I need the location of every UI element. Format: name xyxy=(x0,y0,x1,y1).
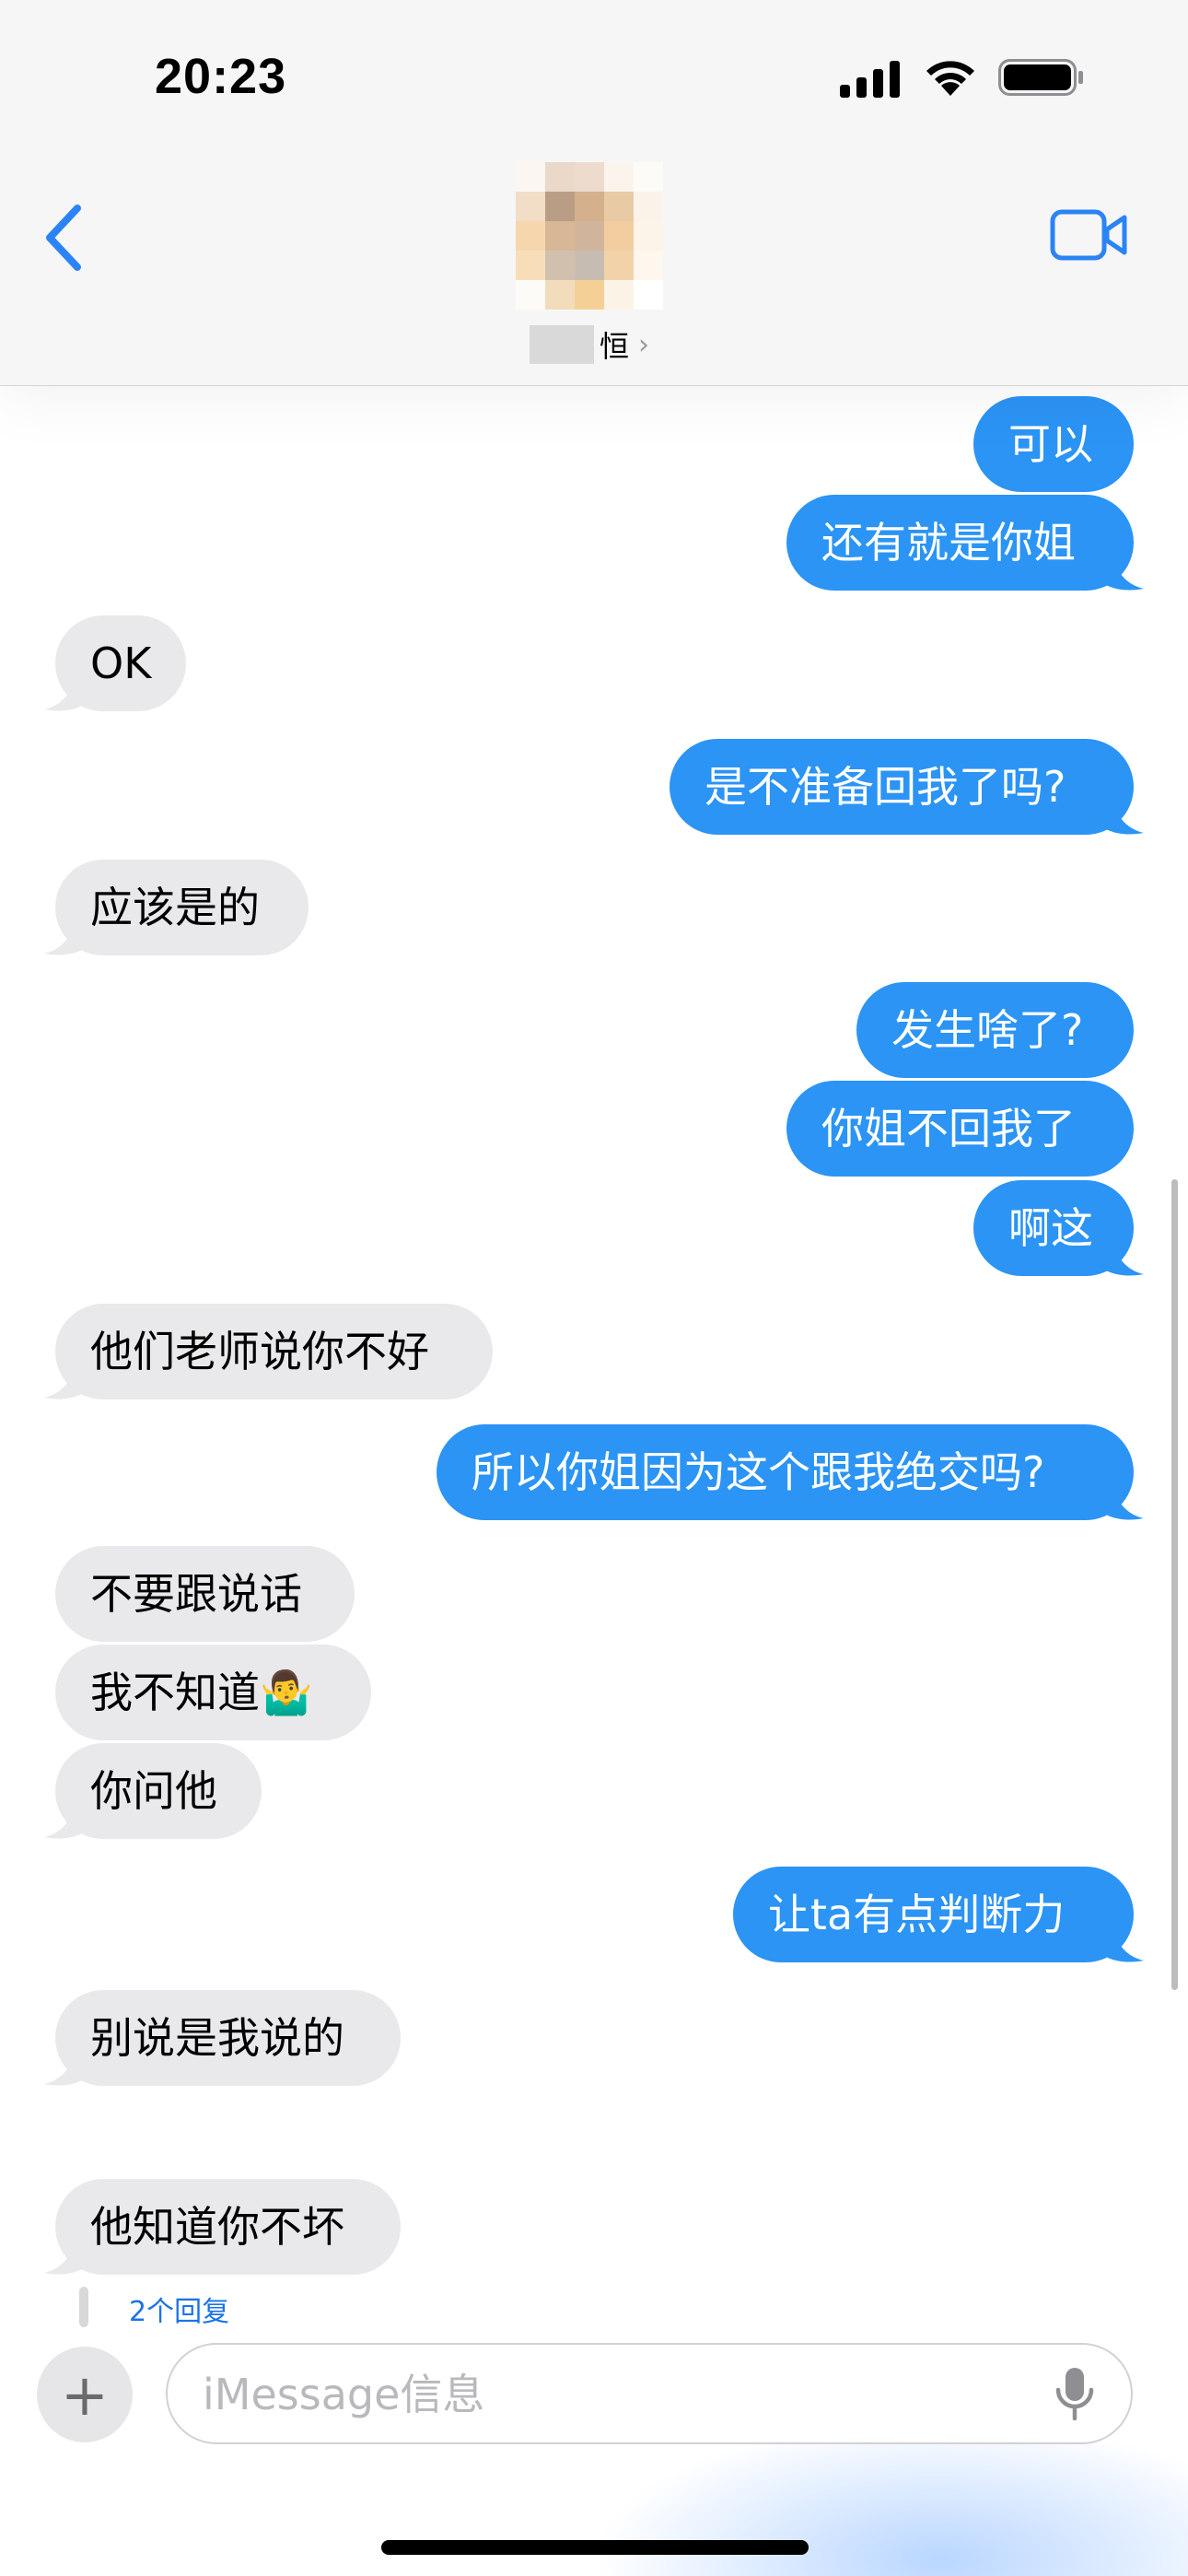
plus-icon: + xyxy=(61,2360,109,2429)
back-chevron-icon[interactable] xyxy=(37,201,92,275)
received-message[interactable]: 他们老师说你不好 xyxy=(55,1304,493,1399)
chevron-right-icon: › xyxy=(638,328,650,361)
sent-bubble-tail xyxy=(1096,1922,1144,1962)
message-text: 让ta有点判断力 xyxy=(768,1890,1066,1939)
message-text: 别说是我说的 xyxy=(90,2013,344,2063)
battery-icon xyxy=(998,59,1083,96)
message-text: 你问他 xyxy=(90,1766,217,1816)
message-text: 我不知道🤷‍♂️ xyxy=(90,1668,313,1717)
message-input-container[interactable] xyxy=(166,2343,1133,2444)
message-text: 啊这 xyxy=(1008,1203,1093,1253)
sent-message[interactable]: 还有就是你姐 xyxy=(786,495,1134,591)
cellular-signal-icon xyxy=(840,61,900,98)
received-message[interactable]: 他知道你不坏 xyxy=(55,2179,401,2275)
video-call-icon[interactable] xyxy=(1050,207,1129,263)
sent-message[interactable]: 你姐不回我了 xyxy=(786,1081,1134,1177)
received-bubble-tail xyxy=(44,2045,92,2086)
sent-bubble-tail xyxy=(1096,1480,1144,1520)
message-text: 发生啥了? xyxy=(891,1005,1084,1055)
sent-message[interactable]: 让ta有点判断力 xyxy=(733,1867,1134,1962)
add-attachment-button[interactable]: + xyxy=(37,2347,133,2442)
sent-bubble-tail xyxy=(1096,1235,1144,1276)
message-text: 是不准备回我了吗? xyxy=(705,762,1066,812)
contact-name-text: 恒 xyxy=(600,329,630,364)
wifi-icon xyxy=(926,61,974,96)
message-text: 还有就是你姐 xyxy=(821,518,1076,568)
sent-message[interactable]: 是不准备回我了吗? xyxy=(670,739,1134,835)
received-bubble-tail xyxy=(44,915,92,955)
received-message[interactable]: 我不知道🤷‍♂️ xyxy=(55,1645,371,1740)
microphone-icon[interactable] xyxy=(1052,2365,1098,2424)
received-bubble-tail xyxy=(44,671,92,711)
received-message[interactable]: 不要跟说话 xyxy=(55,1546,355,1642)
received-bubble-tail xyxy=(44,2234,92,2275)
message-input[interactable] xyxy=(201,2345,1015,2444)
thread-replies-link[interactable]: 2个回复 xyxy=(129,2289,229,2329)
message-text: OK xyxy=(90,638,152,688)
received-message[interactable]: 应该是的 xyxy=(55,860,309,955)
message-text: 他知道你不坏 xyxy=(90,2202,344,2252)
message-text: 所以你姐因为这个跟我绝交吗? xyxy=(472,1447,1045,1497)
message-text: 他们老师说你不好 xyxy=(90,1327,429,1376)
sent-bubble-tail xyxy=(1096,794,1144,835)
status-time: 20:23 xyxy=(155,49,287,104)
message-text: 应该是的 xyxy=(90,883,260,932)
scrollbar[interactable] xyxy=(1171,1179,1178,1990)
sent-message[interactable]: 发生啥了? xyxy=(856,982,1134,1078)
received-message[interactable]: 别说是我说的 xyxy=(55,1990,401,2086)
message-text: 你姐不回我了 xyxy=(821,1104,1076,1153)
contact-name-button[interactable]: 恒 › xyxy=(530,324,649,365)
conversation-header: 20:23 恒 › xyxy=(0,0,1188,386)
thread-reply-line xyxy=(79,2287,88,2327)
redacted-name xyxy=(530,325,594,364)
contact-avatar[interactable] xyxy=(516,162,663,310)
received-bubble-tail xyxy=(44,1359,92,1399)
sent-bubble-tail xyxy=(1096,550,1144,591)
sent-message[interactable]: 可以 xyxy=(973,396,1134,492)
message-text: 可以 xyxy=(1008,419,1093,469)
message-text: 不要跟说话 xyxy=(90,1569,302,1619)
received-bubble-tail xyxy=(44,1798,92,1839)
home-indicator[interactable] xyxy=(381,2540,809,2555)
sent-message[interactable]: 所以你姐因为这个跟我绝交吗? xyxy=(437,1424,1134,1520)
